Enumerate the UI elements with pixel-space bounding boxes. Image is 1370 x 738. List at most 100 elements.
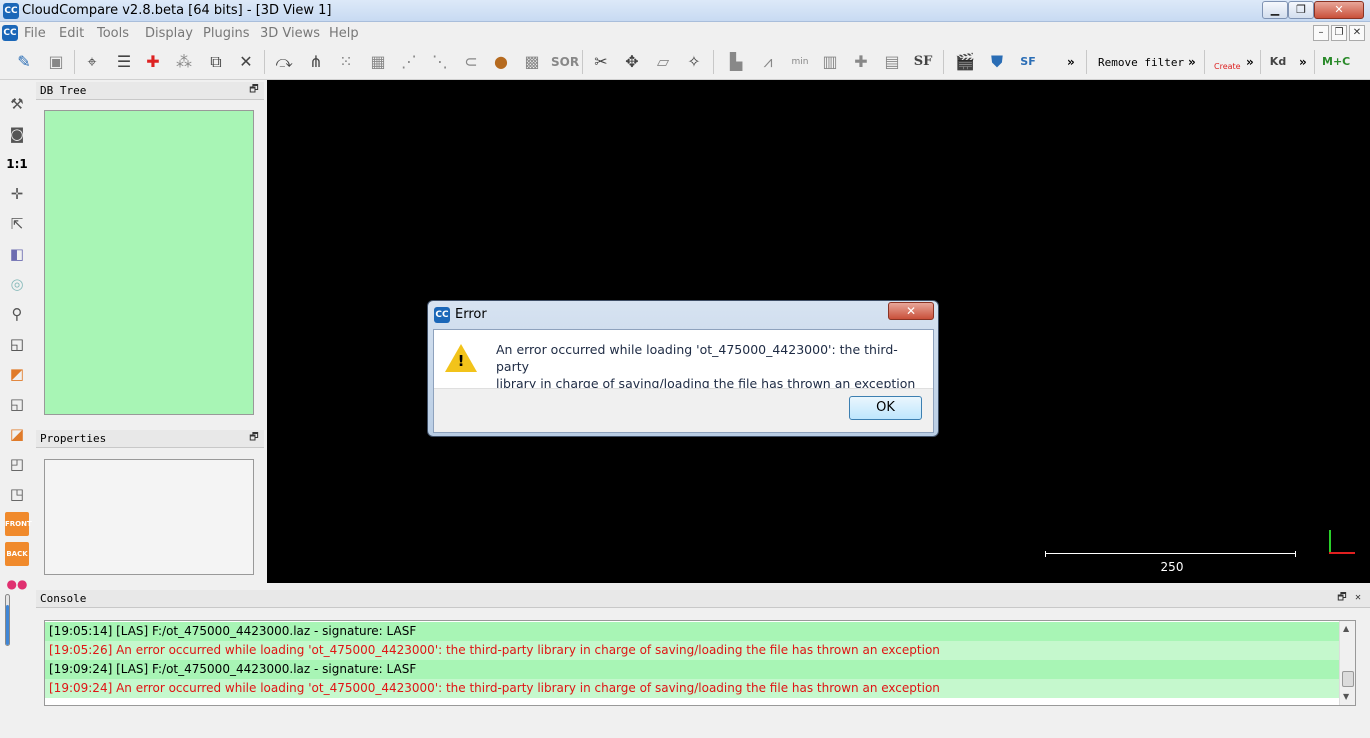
console-log[interactable]: [19:05:14] [LAS] F:/ot_475000_4423000.la… bbox=[44, 620, 1356, 706]
camera-icon[interactable]: ◙ bbox=[5, 122, 29, 146]
menu-plugins[interactable]: Plugins bbox=[203, 26, 250, 41]
add-sf-icon[interactable]: ✚ bbox=[849, 50, 873, 74]
float-panel-icon[interactable]: 🗗 bbox=[248, 84, 260, 96]
menu-file[interactable]: File bbox=[24, 26, 46, 41]
bottom-view-icon[interactable]: ◳ bbox=[5, 482, 29, 506]
db-tree-title: DB Tree bbox=[40, 84, 87, 97]
move-icon[interactable]: ✥ bbox=[620, 50, 644, 74]
plane-icon[interactable]: ▱ bbox=[651, 50, 675, 74]
front-view-icon[interactable]: ◩ bbox=[5, 362, 29, 386]
float-panel-icon[interactable]: 🗗 bbox=[248, 432, 260, 444]
delete-icon[interactable]: ✕ bbox=[234, 50, 258, 74]
dialog-title: Error bbox=[455, 307, 487, 322]
segment-icon[interactable]: ⁂ bbox=[172, 50, 196, 74]
zoom-icon[interactable]: ⚲ bbox=[5, 302, 29, 326]
back-view-button[interactable]: BACK bbox=[5, 542, 29, 566]
perspective-cube-icon[interactable]: ◧ bbox=[5, 242, 29, 266]
point-size-slider[interactable] bbox=[5, 594, 10, 646]
light-icon[interactable]: ◎ bbox=[5, 272, 29, 296]
menu-edit[interactable]: Edit bbox=[59, 26, 84, 41]
minmax-icon[interactable]: min bbox=[788, 50, 812, 74]
mdi-restore-button[interactable]: ❐ bbox=[1331, 25, 1347, 41]
menu-display[interactable]: Display bbox=[145, 26, 193, 41]
maximize-button[interactable]: ❐ bbox=[1288, 1, 1314, 19]
menu-bar: CC File Edit Tools Display Plugins 3D Vi… bbox=[0, 23, 1370, 43]
menu-help[interactable]: Help bbox=[329, 26, 359, 41]
toolbar-more-icon[interactable]: » bbox=[1246, 55, 1254, 69]
scrollbar-thumb[interactable] bbox=[1342, 671, 1354, 687]
toolbar-separator bbox=[1260, 50, 1261, 74]
close-window-button[interactable]: ✕ bbox=[1314, 1, 1364, 19]
sample-points-icon[interactable]: ⤼ bbox=[272, 50, 296, 74]
axis-x-indicator bbox=[1329, 552, 1355, 554]
clone-icon[interactable]: ⧉ bbox=[204, 50, 228, 74]
menu-3d-views[interactable]: 3D Views bbox=[260, 26, 320, 41]
console-scrollbar[interactable]: ▲ ▼ bbox=[1339, 621, 1355, 705]
remove-filter-button[interactable]: Remove filter bbox=[1098, 56, 1184, 69]
toolbar-more-icon[interactable]: » bbox=[1188, 55, 1196, 69]
align-icon[interactable]: ✧ bbox=[682, 50, 706, 74]
bunny-icon[interactable]: ● bbox=[489, 50, 513, 74]
histogram-icon[interactable]: ▙ bbox=[724, 50, 748, 74]
dialog-close-button[interactable]: ✕ bbox=[888, 302, 934, 320]
calculator-icon[interactable]: ▥ bbox=[818, 50, 842, 74]
toolbar-separator bbox=[74, 50, 75, 74]
properties-title: Properties bbox=[40, 432, 107, 445]
top-view-icon[interactable]: ◱ bbox=[5, 332, 29, 356]
right-view-icon[interactable]: ◰ bbox=[5, 452, 29, 476]
properties-panel[interactable] bbox=[44, 459, 254, 575]
scale-label: 250 bbox=[1160, 560, 1184, 574]
scroll-down-icon[interactable]: ▼ bbox=[1343, 692, 1349, 701]
m3c2-icon[interactable]: M+C bbox=[1322, 50, 1350, 74]
close-panel-icon[interactable]: ✕ bbox=[1352, 592, 1364, 604]
scatter-icon[interactable]: ⋱ bbox=[428, 50, 452, 74]
normals-icon[interactable]: ⋔ bbox=[304, 50, 328, 74]
left-view-icon[interactable]: ◪ bbox=[5, 422, 29, 446]
float-panel-icon[interactable]: 🗗 bbox=[1336, 592, 1348, 604]
canupo-icon[interactable]: Create bbox=[1214, 50, 1241, 74]
shield-icon[interactable]: ⛊ bbox=[985, 50, 1009, 74]
sor-filter-icon[interactable]: SOR bbox=[551, 50, 579, 74]
kd-tree-icon[interactable]: Kd bbox=[1266, 50, 1290, 74]
toolbar-separator bbox=[943, 50, 944, 74]
back-view-icon[interactable]: ◱ bbox=[5, 392, 29, 416]
toolbar-separator bbox=[1204, 50, 1205, 74]
ok-button[interactable]: OK bbox=[849, 396, 922, 420]
slider-fill bbox=[6, 605, 9, 645]
minimize-button[interactable]: ▁ bbox=[1262, 1, 1288, 19]
rotate-view-icon[interactable]: ⇱ bbox=[5, 212, 29, 236]
scissors-icon[interactable]: ✂ bbox=[589, 50, 613, 74]
zoom-one-to-one-button[interactable]: 1:1 bbox=[5, 152, 29, 176]
toolbar-separator bbox=[1314, 50, 1315, 74]
toolbar-separator bbox=[264, 50, 265, 74]
crosshair-icon[interactable]: ✛ bbox=[5, 182, 29, 206]
db-tree[interactable] bbox=[44, 110, 254, 415]
toolbar-more-icon[interactable]: » bbox=[1299, 55, 1307, 69]
scroll-up-icon[interactable]: ▲ bbox=[1343, 624, 1349, 633]
gradient-icon[interactable]: ⩘ bbox=[756, 50, 780, 74]
front-view-button[interactable]: FRONT bbox=[5, 512, 32, 536]
mdi-app-icon[interactable]: CC bbox=[2, 25, 18, 41]
toolbar-more-icon[interactable]: » bbox=[1067, 55, 1075, 69]
subsample-icon[interactable]: ⋰ bbox=[397, 50, 421, 74]
menu-tools[interactable]: Tools bbox=[97, 26, 129, 41]
checker-icon[interactable]: ▩ bbox=[520, 50, 544, 74]
sf-arithmetic-icon[interactable]: ▤ bbox=[880, 50, 904, 74]
translate-rotate-icon[interactable]: ✚ bbox=[141, 50, 165, 74]
mesh-icon[interactable]: ▦ bbox=[366, 50, 390, 74]
color-dots-icon[interactable]: ●● bbox=[5, 572, 29, 596]
mdi-close-button[interactable]: ✕ bbox=[1349, 25, 1365, 41]
point-picking-icon[interactable]: ⌖ bbox=[80, 50, 104, 74]
toolbar-separator bbox=[582, 50, 583, 74]
save-icon[interactable]: ▣ bbox=[44, 50, 68, 74]
console-title: Console bbox=[40, 592, 87, 605]
cc-icon[interactable]: ⊂ bbox=[459, 50, 483, 74]
list-icon[interactable]: ☰ bbox=[112, 50, 136, 74]
sf-plugin-icon[interactable]: SF bbox=[1016, 50, 1040, 74]
octree-icon[interactable]: ⁙ bbox=[334, 50, 358, 74]
animation-icon[interactable]: 🎬 bbox=[953, 50, 977, 74]
mdi-minimize-button[interactable]: – bbox=[1313, 25, 1329, 41]
wrench-icon[interactable]: ⚒ bbox=[5, 92, 29, 116]
open-file-icon[interactable]: ✎ bbox=[12, 50, 36, 74]
scalar-field-icon[interactable]: SF bbox=[911, 50, 935, 74]
